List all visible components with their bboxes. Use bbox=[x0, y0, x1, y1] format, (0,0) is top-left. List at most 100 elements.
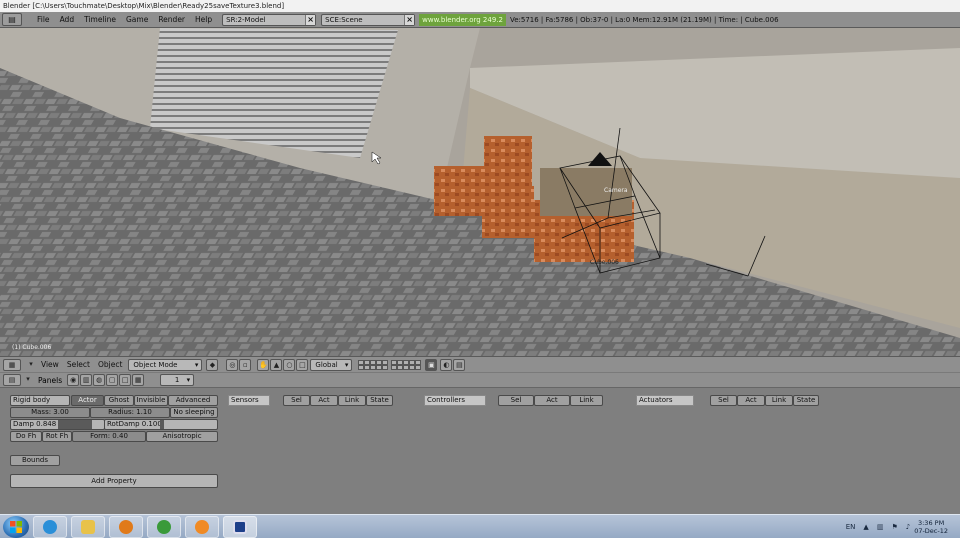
object-menu[interactable]: Object bbox=[94, 360, 126, 369]
anisotropic-toggle[interactable]: Anisotropic bbox=[146, 431, 218, 442]
crate-left bbox=[434, 166, 484, 216]
screen-name: SR:2-Model bbox=[226, 15, 266, 24]
taskbar-utorrent-icon[interactable] bbox=[147, 515, 181, 538]
draw-type-icon[interactable]: ◆ bbox=[206, 358, 219, 371]
no-sleeping-toggle[interactable]: No sleeping bbox=[170, 407, 218, 418]
logic-context-icon[interactable]: ◉ bbox=[67, 374, 80, 386]
panels-menu[interactable]: Panels bbox=[34, 376, 66, 385]
menu-add[interactable]: Add bbox=[55, 15, 80, 24]
mass-field[interactable]: Mass: 3.00 bbox=[10, 407, 90, 418]
close-scene-icon[interactable]: × bbox=[404, 14, 415, 25]
object-context-icon[interactable]: ▢ bbox=[106, 374, 119, 386]
pivot-align-icon[interactable]: ▫ bbox=[239, 358, 252, 371]
invisible-toggle[interactable]: Invisible bbox=[134, 395, 168, 406]
scene-context-icon[interactable]: ▦ bbox=[132, 374, 145, 386]
actuators-sel-filter[interactable]: Sel bbox=[710, 395, 737, 406]
manipulator-hand-icon[interactable]: ✋ bbox=[257, 358, 270, 371]
physics-type-select[interactable]: Rigid body bbox=[10, 395, 70, 406]
taskbar-active-window-icon[interactable] bbox=[223, 515, 257, 538]
scale-icon[interactable]: □ bbox=[296, 358, 309, 371]
do-fh-toggle[interactable]: Do Fh bbox=[10, 431, 42, 442]
taskbar-explorer-icon[interactable] bbox=[71, 515, 105, 538]
editing-context-icon[interactable]: □ bbox=[119, 374, 132, 386]
logic-buttons-window: Rigid body Actor Ghost Invisible Advance… bbox=[0, 388, 960, 514]
main-menu: File Add Timeline Game Render Help bbox=[32, 15, 217, 24]
controllers-label: Controllers bbox=[424, 395, 486, 406]
window-title-bar: Blender [C:\Users\Touchmate\Desktop\Mix\… bbox=[0, 0, 960, 12]
sensors-label: Sensors bbox=[228, 395, 270, 406]
network-icon[interactable]: ▥ bbox=[877, 523, 884, 531]
viewport-header: ▦ ▾ View Select Object Object Mode ◆ ◎ ▫… bbox=[0, 356, 960, 372]
volume-icon[interactable]: ♪ bbox=[906, 523, 910, 531]
crate-top bbox=[484, 136, 532, 188]
close-screen-icon[interactable]: × bbox=[305, 14, 316, 25]
translate-icon[interactable]: ▲ bbox=[270, 358, 283, 371]
frame-field[interactable]: 1 bbox=[160, 374, 195, 386]
mode-select[interactable]: Object Mode bbox=[128, 358, 203, 371]
form-field[interactable]: Form: 0.40 bbox=[72, 431, 146, 442]
damp-value: Damp 0.848 bbox=[13, 420, 57, 428]
start-button[interactable] bbox=[3, 515, 29, 538]
render-preview-icon[interactable]: ◐ bbox=[440, 358, 453, 371]
lock-icon[interactable]: ▣ bbox=[425, 358, 438, 371]
sensors-act-filter[interactable]: Act bbox=[310, 395, 338, 406]
viewport-object-label: (1) Cube.006 bbox=[12, 344, 52, 351]
header-collapse-icon[interactable]: ▾ bbox=[22, 374, 34, 386]
view-menu[interactable]: View bbox=[37, 360, 63, 369]
top-header: ▤ File Add Timeline Game Render Help SR:… bbox=[0, 12, 960, 28]
scene-selector[interactable]: SCE:Scene × bbox=[321, 13, 416, 26]
advanced-toggle[interactable]: Advanced bbox=[168, 395, 218, 406]
rotdamp-value: RotDamp 0.100 bbox=[107, 420, 162, 428]
menu-timeline[interactable]: Timeline bbox=[79, 15, 121, 24]
add-property-button[interactable]: Add Property bbox=[10, 474, 218, 488]
sensors-sel-filter[interactable]: Sel bbox=[283, 395, 310, 406]
orientation-select[interactable]: Global bbox=[310, 358, 353, 371]
menu-help[interactable]: Help bbox=[190, 15, 217, 24]
buttons-header: ▤ ▾ Panels ◉ ▥ ◍ ▢ □ ▦ 1 bbox=[0, 373, 960, 388]
actuators-link-filter[interactable]: Link bbox=[765, 395, 793, 406]
editor-type-icon[interactable]: ▦ bbox=[3, 358, 21, 371]
taskbar-ie-icon[interactable] bbox=[33, 515, 67, 538]
script-context-icon[interactable]: ▥ bbox=[80, 374, 93, 386]
sensors-state-filter[interactable]: State bbox=[366, 395, 393, 406]
radius-value: Radius: 1.10 bbox=[108, 408, 152, 416]
actuators-state-filter[interactable]: State bbox=[793, 395, 819, 406]
header-collapse-icon[interactable]: ▾ bbox=[25, 359, 37, 371]
flag-icon[interactable]: ⚑ bbox=[891, 523, 897, 531]
select-menu[interactable]: Select bbox=[63, 360, 94, 369]
actuators-act-filter[interactable]: Act bbox=[737, 395, 765, 406]
menu-render[interactable]: Render bbox=[153, 15, 190, 24]
rotate-icon[interactable]: ○ bbox=[283, 358, 296, 371]
clock[interactable]: 3:36 PM 07-Dec-12 bbox=[914, 519, 948, 535]
mass-value: Mass: 3.00 bbox=[31, 408, 69, 416]
damp-slider-fill bbox=[58, 420, 92, 429]
editor-type-icon[interactable]: ▤ bbox=[2, 13, 22, 26]
system-tray: EN ▲ ▥ ⚑ ♪ 3:36 PM 07-Dec-12 bbox=[842, 516, 960, 538]
ghost-toggle[interactable]: Ghost bbox=[104, 395, 134, 406]
render-icon[interactable]: ▤ bbox=[453, 358, 466, 371]
scene-stats: Ve:5716 | Fa:5786 | Ob:37-0 | La:0 Mem:1… bbox=[509, 15, 779, 24]
object-name-label: Cube.006 bbox=[590, 259, 619, 266]
screen-selector[interactable]: SR:2-Model × bbox=[222, 13, 317, 26]
menu-game[interactable]: Game bbox=[121, 15, 153, 24]
window-title: Blender [C:\Users\Touchmate\Desktop\Mix\… bbox=[3, 2, 285, 10]
editor-type-icon[interactable]: ▤ bbox=[3, 374, 21, 386]
layer-buttons[interactable] bbox=[358, 359, 422, 370]
shading-context-icon[interactable]: ◍ bbox=[93, 374, 106, 386]
controllers-link-filter[interactable]: Link bbox=[570, 395, 603, 406]
language-indicator[interactable]: EN bbox=[846, 523, 856, 531]
rot-fh-toggle[interactable]: Rot Fh bbox=[42, 431, 72, 442]
bounds-toggle[interactable]: Bounds bbox=[10, 455, 60, 466]
radius-field[interactable]: Radius: 1.10 bbox=[90, 407, 170, 418]
pivot-icon[interactable]: ◎ bbox=[226, 358, 239, 371]
taskbar-blender-icon[interactable] bbox=[185, 515, 219, 538]
camera-label: Camera bbox=[604, 187, 628, 194]
menu-file[interactable]: File bbox=[32, 15, 55, 24]
3d-viewport[interactable]: Camera Cube.006 (1) Cube.006 bbox=[0, 28, 960, 356]
taskbar-media-player-icon[interactable] bbox=[109, 515, 143, 538]
tray-arrow-icon[interactable]: ▲ bbox=[863, 523, 868, 531]
controllers-sel-filter[interactable]: Sel bbox=[498, 395, 534, 406]
controllers-act-filter[interactable]: Act bbox=[534, 395, 570, 406]
actor-toggle[interactable]: Actor bbox=[71, 395, 104, 406]
sensors-link-filter[interactable]: Link bbox=[338, 395, 366, 406]
